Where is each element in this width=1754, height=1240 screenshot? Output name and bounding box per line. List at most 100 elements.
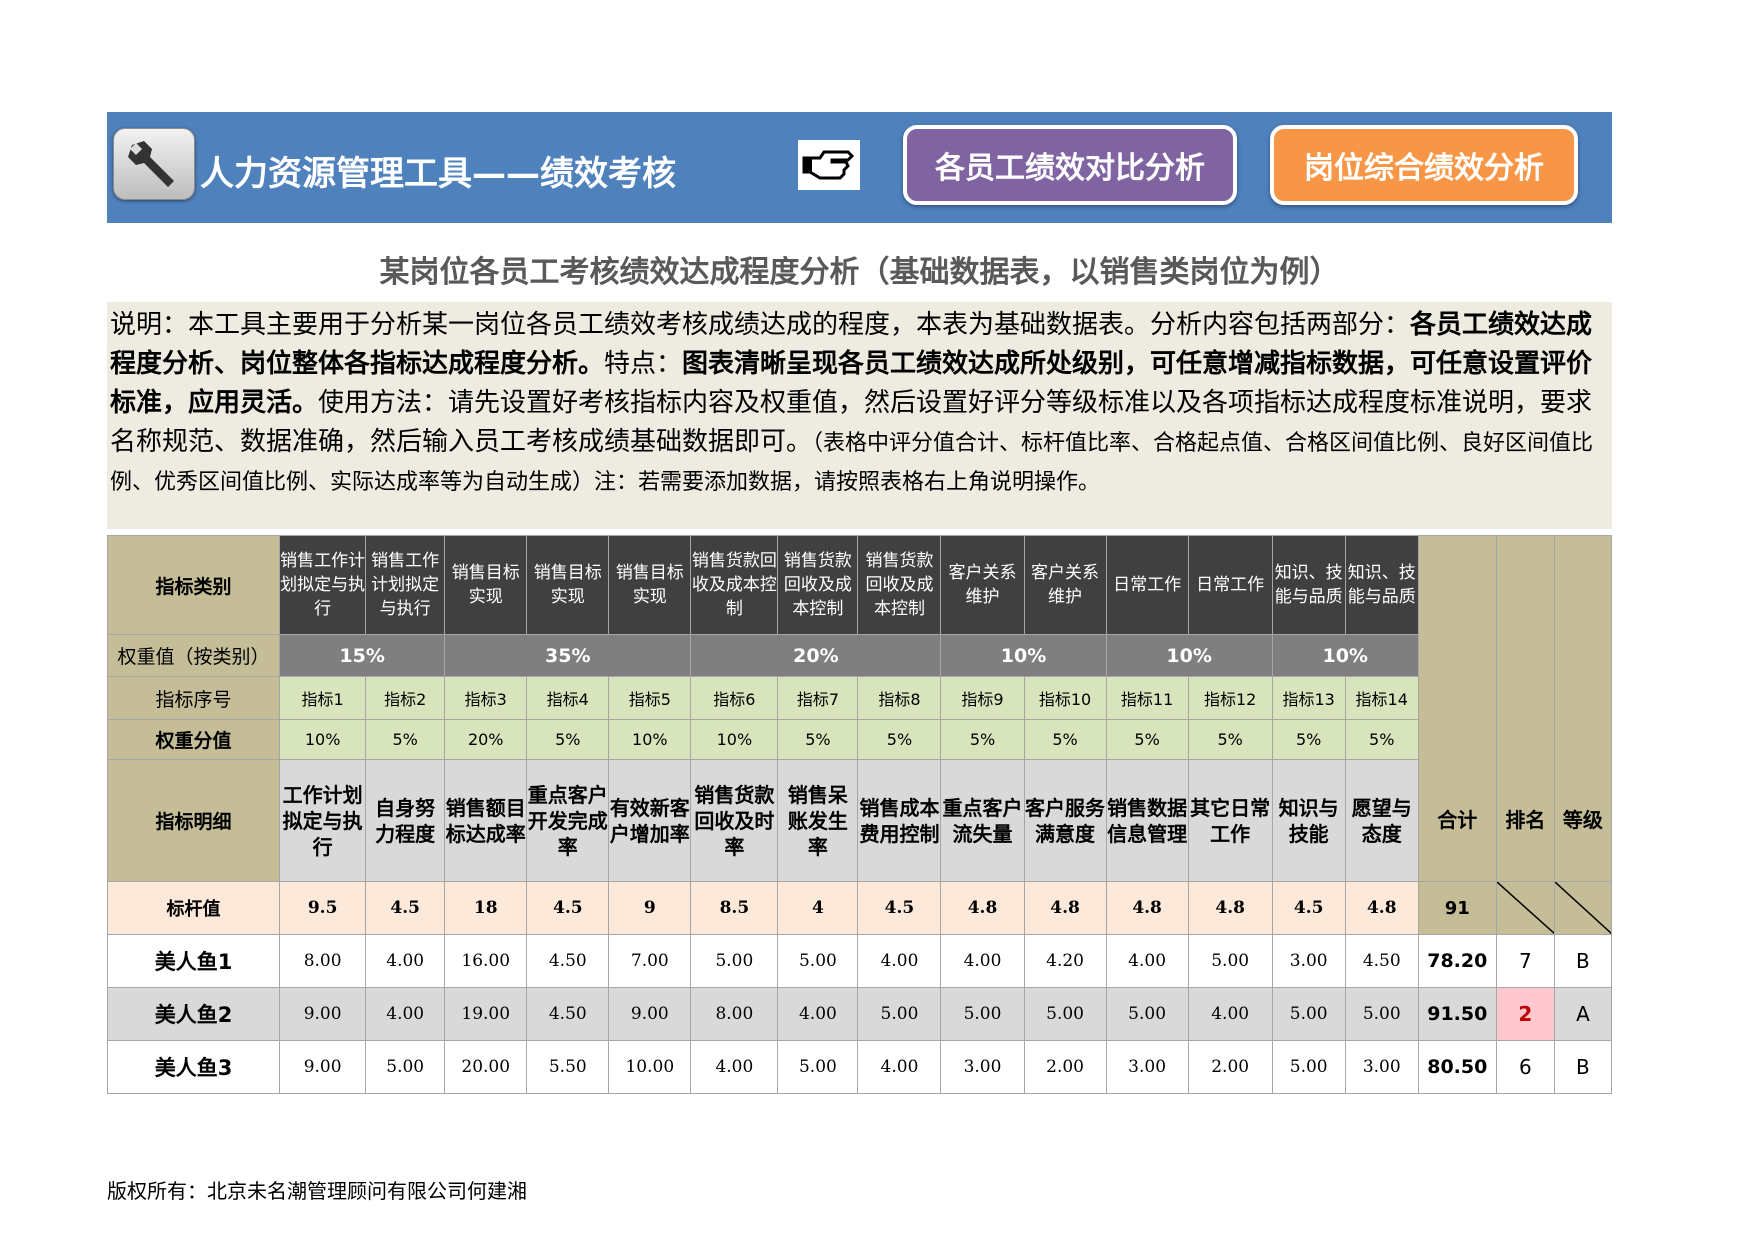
benchmark-cell: 4.8 xyxy=(1344,881,1419,935)
category-row: 指标类别 销售工作计划拟定与执行 销售工作计划拟定与执行 销售目标实现 销售目标… xyxy=(106,535,1613,882)
score-cell: 5.00 xyxy=(777,1040,859,1094)
score-cell: 4.00 xyxy=(857,934,942,988)
score-cell: 5.00 xyxy=(1187,934,1273,988)
category-cell: 销售工作计划拟定与执行 xyxy=(279,535,367,635)
benchmark-cell: 18 xyxy=(444,881,528,935)
benchmark-cell: 4.8 xyxy=(1187,881,1273,935)
score-cell: 4.00 xyxy=(777,987,859,1041)
score-cell: 5.00 xyxy=(857,987,942,1041)
benchmark-label: 标杆值 xyxy=(106,881,281,935)
total-cell: 80.50 xyxy=(1417,1040,1497,1094)
score-cell: 4.00 xyxy=(1187,987,1273,1041)
benchmark-cell: 9 xyxy=(608,881,692,935)
category-cell: 销售货款回收及成本控制 xyxy=(777,535,859,635)
score-cell: 16.00 xyxy=(444,934,528,988)
category-cell: 客户关系维护 xyxy=(1023,535,1107,635)
weight-label: 权重分值 xyxy=(106,719,281,760)
category-cell: 客户关系维护 xyxy=(940,535,1025,635)
index-cell: 指标7 xyxy=(777,676,859,720)
weight-cell: 5% xyxy=(1344,719,1419,760)
score-cell: 4.50 xyxy=(1344,934,1419,988)
index-cell: 指标14 xyxy=(1344,676,1419,720)
detail-cell: 销售呆账发生率 xyxy=(777,759,859,882)
pointer-box xyxy=(798,140,860,190)
index-cell: 指标6 xyxy=(690,676,779,720)
score-cell: 2.00 xyxy=(1023,1040,1107,1094)
table-row: 美人鱼1 8.00 4.00 16.00 4.50 7.00 5.00 5.00… xyxy=(106,934,1613,988)
score-cell: 19.00 xyxy=(444,987,528,1041)
position-analysis-button[interactable]: 岗位综合绩效分析 xyxy=(1270,125,1578,205)
category-cell: 销售目标实现 xyxy=(608,535,692,635)
detail-cell: 重点客户流失量 xyxy=(940,759,1025,882)
score-cell: 5.00 xyxy=(690,934,779,988)
score-cell: 5.00 xyxy=(940,987,1025,1041)
weight-row: 权重分值 10% 5% 20% 5% 10% 10% 5% 5% 5% 5% 5… xyxy=(106,719,1612,760)
category-cell: 销售货款回收及成本控制 xyxy=(857,535,942,635)
benchmark-cell: 4.5 xyxy=(1271,881,1346,935)
employee-name: 美人鱼3 xyxy=(106,1040,281,1094)
index-cell: 指标8 xyxy=(857,676,942,720)
benchmark-cell: 4 xyxy=(777,881,859,935)
category-cell: 日常工作 xyxy=(1105,535,1189,635)
benchmark-row: 标杆值 9.5 4.5 18 4.5 9 8.5 4 4.5 4.8 4.8 4… xyxy=(106,881,1613,935)
score-cell: 5.00 xyxy=(1344,987,1419,1041)
benchmark-cell: 8.5 xyxy=(690,881,779,935)
total-header: 合计 xyxy=(1417,535,1497,882)
index-cell: 指标1 xyxy=(279,676,367,720)
weight-cell: 5% xyxy=(1105,719,1189,760)
desc-intro: 说明：本工具主要用于分析某一岗位各员工绩效考核成绩达成的程度，本表为基础数据表。… xyxy=(110,310,1411,340)
total-cell: 91.50 xyxy=(1417,987,1497,1041)
score-cell: 20.00 xyxy=(444,1040,528,1094)
score-cell: 4.50 xyxy=(526,934,610,988)
category-cell: 销售工作计划拟定与执行 xyxy=(365,535,446,635)
weight-cell: 5% xyxy=(365,719,446,760)
table-row: 美人鱼2 9.00 4.00 19.00 4.50 9.00 8.00 4.00… xyxy=(106,987,1613,1041)
employee-comparison-button[interactable]: 各员工绩效对比分析 xyxy=(903,125,1237,205)
category-cell: 知识、技能与品质 xyxy=(1271,535,1346,635)
category-cell: 销售货款回收及成本控制 xyxy=(690,535,779,635)
detail-cell: 重点客户开发完成率 xyxy=(526,759,610,882)
weight-cell: 10% xyxy=(279,719,367,760)
score-cell: 4.00 xyxy=(365,934,446,988)
score-cell: 3.00 xyxy=(940,1040,1025,1094)
detail-cell: 其它日常工作 xyxy=(1187,759,1273,882)
weight-cell: 5% xyxy=(526,719,610,760)
index-row: 指标序号 指标1 指标2 指标3 指标4 指标5 指标6 指标7 指标8 指标9… xyxy=(106,676,1612,720)
score-cell: 7.00 xyxy=(608,934,692,988)
weight-cell: 5% xyxy=(857,719,942,760)
benchmark-cell: 4.5 xyxy=(857,881,942,935)
score-cell: 5.00 xyxy=(1271,1040,1346,1094)
employee-name: 美人鱼1 xyxy=(106,934,281,988)
detail-cell: 销售货款回收及时率 xyxy=(690,759,779,882)
score-cell: 5.50 xyxy=(526,1040,610,1094)
rank-blank-cell xyxy=(1495,881,1555,935)
benchmark-cell: 4.5 xyxy=(526,881,610,935)
index-cell: 指标9 xyxy=(940,676,1025,720)
grade-cell: B xyxy=(1553,934,1613,988)
app-title: 人力资源管理工具——绩效考核 xyxy=(200,154,676,194)
rank-cell: 7 xyxy=(1495,934,1555,988)
desc-features-label: 特点： xyxy=(604,349,683,379)
score-cell: 2.00 xyxy=(1187,1040,1273,1094)
index-cell: 指标12 xyxy=(1187,676,1273,720)
detail-cell: 知识与技能 xyxy=(1271,759,1346,882)
category-weight-cell: 10% xyxy=(1271,634,1419,677)
performance-table: 指标类别 销售工作计划拟定与执行 销售工作计划拟定与执行 销售目标实现 销售目标… xyxy=(106,535,1613,1094)
weight-cell: 10% xyxy=(608,719,692,760)
score-cell: 5.00 xyxy=(365,1040,446,1094)
score-cell: 5.00 xyxy=(1023,987,1107,1041)
benchmark-cell: 4.8 xyxy=(1105,881,1189,935)
grade-header: 等级 xyxy=(1553,535,1613,882)
detail-cell: 愿望与态度 xyxy=(1344,759,1419,882)
index-cell: 指标3 xyxy=(444,676,528,720)
score-cell: 3.00 xyxy=(1105,1040,1189,1094)
score-cell: 4.00 xyxy=(690,1040,779,1094)
weight-cell: 5% xyxy=(1187,719,1273,760)
weight-cell: 10% xyxy=(690,719,779,760)
score-cell: 4.20 xyxy=(1023,934,1107,988)
detail-row: 指标明细 工作计划拟定与执行 自身努力程度 销售额目标达成率 重点客户开发完成率… xyxy=(106,759,1612,882)
page-title: 某岗位各员工考核绩效达成程度分析（基础数据表，以销售类岗位为例） xyxy=(379,255,1340,290)
benchmark-cell: 4.8 xyxy=(940,881,1025,935)
score-cell: 8.00 xyxy=(690,987,779,1041)
weight-cell: 5% xyxy=(777,719,859,760)
